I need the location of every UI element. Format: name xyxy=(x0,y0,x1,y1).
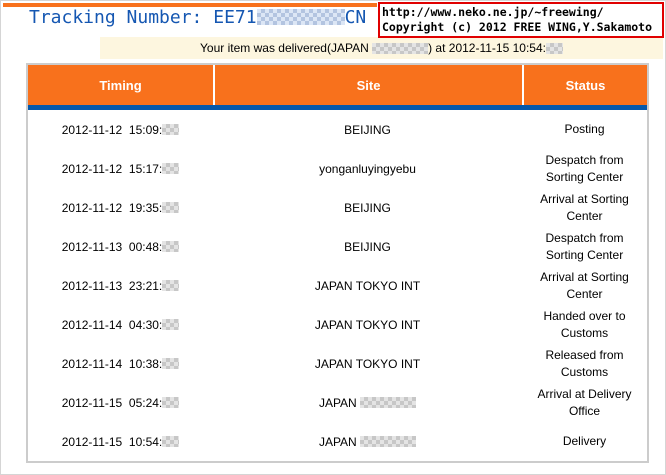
status-text: Delivery xyxy=(562,434,607,448)
status-cell: Arrival at Sorting Center xyxy=(522,266,647,305)
site-cell: JAPAN TOKYO INT xyxy=(213,305,522,344)
censored-seconds xyxy=(162,397,180,408)
table-row: 2012-11-15 05:24: JAPAN Arrival at Delive… xyxy=(28,383,647,422)
status-cell: Delivery xyxy=(522,422,647,461)
censored-site-name xyxy=(360,436,417,447)
site-cell: JAPAN TOKYO INT xyxy=(213,344,522,383)
status-cell: Arrival at Delivery Office xyxy=(522,383,647,422)
censored-delivery-seconds xyxy=(545,42,563,54)
timing-cell: 2012-11-12 15:09: xyxy=(28,110,213,149)
table-row: 2012-11-13 23:21: JAPAN TOKYO INT Arrival … xyxy=(28,266,647,305)
site-text: yonganluyingyebu xyxy=(319,161,416,176)
status-cell: Released from Customs xyxy=(522,344,647,383)
table-row: 2012-11-13 00:48: BEIJING Despatch from So… xyxy=(28,227,647,266)
timing-cell: 2012-11-13 23:21: xyxy=(28,266,213,305)
status-cell: Handed over to Customs xyxy=(522,305,647,344)
tracking-page: http://www.neko.ne.jp/~freewing/ Copyrig… xyxy=(0,0,666,475)
site-text: BEIJING xyxy=(344,122,391,137)
status-text: Despatch from Sorting Center xyxy=(545,152,624,184)
timing-cell: 2012-11-13 00:48: xyxy=(28,227,213,266)
table-body: 2012-11-12 15:09: BEIJING Posting 2012-11-1… xyxy=(28,110,647,461)
timing-text: 2012-11-12 19:35: xyxy=(61,200,163,215)
timing-text: 2012-11-14 04:30: xyxy=(61,317,163,332)
table-row: 2012-11-14 10:38: JAPAN TOKYO INT Released… xyxy=(28,344,647,383)
table-row: 2012-11-12 19:35: BEIJING Arrival at Sorti… xyxy=(28,188,647,227)
table-row: 2012-11-14 04:30: JAPAN TOKYO INT Handed o… xyxy=(28,305,647,344)
timing-text: 2012-11-13 23:21: xyxy=(61,278,163,293)
censored-seconds xyxy=(162,124,180,135)
status-cell: Arrival at Sorting Center xyxy=(522,188,647,227)
site-text: BEIJING xyxy=(344,239,391,254)
censored-seconds xyxy=(162,436,180,447)
site-cell: JAPAN TOKYO INT xyxy=(213,266,522,305)
censored-seconds xyxy=(162,163,180,174)
timing-cell: 2012-11-12 19:35: xyxy=(28,188,213,227)
site-text: JAPAN TOKYO INT xyxy=(314,278,421,293)
censored-seconds xyxy=(162,319,180,330)
site-cell: yonganluyingyebu xyxy=(213,149,522,188)
column-header-timing: Timing xyxy=(99,77,142,93)
timing-text: 2012-11-13 00:48: xyxy=(61,239,163,254)
tracking-number-prefix: Tracking Number: EE71 xyxy=(29,7,257,28)
delivery-notice: Your item was delivered(JAPAN ) at 2012-… xyxy=(100,37,663,59)
timing-cell: 2012-11-14 10:38: xyxy=(28,344,213,383)
site-text: BEIJING xyxy=(344,200,391,215)
page-title: Tracking Number: EE71 CN xyxy=(29,7,366,28)
delivery-notice-text-before: Your item was delivered(JAPAN xyxy=(200,41,373,55)
timing-cell: 2012-11-15 10:54: xyxy=(28,422,213,461)
site-text: JAPAN xyxy=(318,395,361,410)
status-text: Arrival at Delivery Office xyxy=(537,386,632,418)
censored-seconds xyxy=(162,280,180,291)
status-text: Despatch from Sorting Center xyxy=(545,230,624,262)
table-row: 2012-11-15 10:54: JAPAN Delivery xyxy=(28,422,647,461)
site-cell: BEIJING xyxy=(213,188,522,227)
copyright-url-link[interactable]: http://www.neko.ne.jp/~freewing/ xyxy=(382,5,660,20)
table-header-row: Timing Site Status xyxy=(28,65,647,105)
site-cell: BEIJING xyxy=(213,110,522,149)
tracking-number-suffix: CN xyxy=(344,7,367,28)
delivery-notice-text-after: ) at 2012-11-15 10:54: xyxy=(428,41,546,55)
censored-delivery-office xyxy=(372,42,429,54)
status-text: Arrival at Sorting Center xyxy=(540,269,629,301)
status-cell: Despatch from Sorting Center xyxy=(522,149,647,188)
status-text: Arrival at Sorting Center xyxy=(540,191,629,223)
censored-site-name xyxy=(360,397,417,408)
timing-cell: 2012-11-12 15:17: xyxy=(28,149,213,188)
timing-text: 2012-11-14 10:38: xyxy=(61,356,163,371)
timing-text: 2012-11-15 10:54: xyxy=(61,434,163,449)
censored-seconds xyxy=(162,358,180,369)
copyright-credit: Copyright (c) 2012 FREE WING,Y.Sakamoto xyxy=(382,20,653,34)
status-text: Released from Customs xyxy=(545,347,624,379)
column-header-status: Status xyxy=(522,65,647,105)
site-text: JAPAN xyxy=(318,434,361,449)
site-cell: JAPAN xyxy=(213,383,522,422)
status-cell: Despatch from Sorting Center xyxy=(522,227,647,266)
site-text: JAPAN TOKYO INT xyxy=(314,356,421,371)
status-text: Posting xyxy=(564,122,605,136)
timing-text: 2012-11-12 15:09: xyxy=(61,122,163,137)
status-cell: Posting xyxy=(522,110,647,149)
site-cell: BEIJING xyxy=(213,227,522,266)
tracking-table: Timing Site Status 2012-11-12 15:09: BEIJ… xyxy=(26,63,649,463)
table-row: 2012-11-12 15:09: BEIJING Posting xyxy=(28,110,647,149)
timing-text: 2012-11-15 05:24: xyxy=(61,395,163,410)
censored-seconds xyxy=(162,241,180,252)
copyright-box: http://www.neko.ne.jp/~freewing/ Copyrig… xyxy=(378,2,664,38)
site-cell: JAPAN xyxy=(213,422,522,461)
timing-text: 2012-11-12 15:17: xyxy=(61,161,163,176)
timing-cell: 2012-11-14 04:30: xyxy=(28,305,213,344)
censored-seconds xyxy=(162,202,180,213)
column-header-site: Site xyxy=(213,65,522,105)
status-text: Handed over to Customs xyxy=(543,308,626,340)
table-row: 2012-11-12 15:17: yonganluyingyebu Despatc… xyxy=(28,149,647,188)
censored-tracking-number xyxy=(256,9,345,25)
timing-cell: 2012-11-15 05:24: xyxy=(28,383,213,422)
site-text: JAPAN TOKYO INT xyxy=(314,317,421,332)
